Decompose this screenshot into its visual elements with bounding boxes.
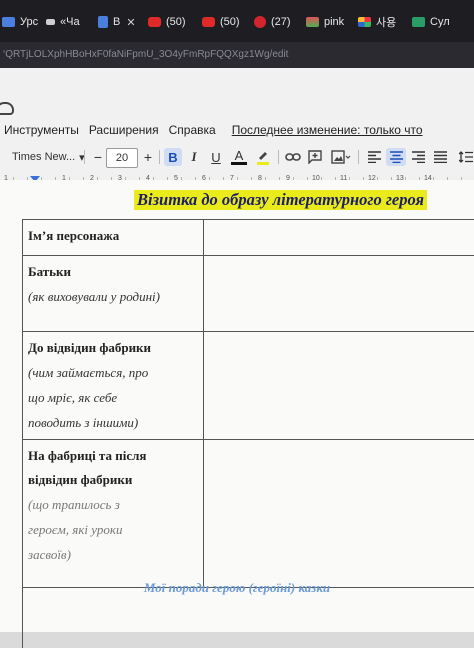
row-heading: відвідин фабрики [28, 468, 198, 492]
highlight-color-icon[interactable] [255, 146, 271, 168]
toolbar-divider [358, 150, 359, 164]
row-heading: На фабриці та після [28, 444, 198, 468]
insert-comment-icon[interactable] [307, 146, 323, 168]
tab-label: Сул [430, 16, 450, 28]
browser-tab-active[interactable]: В ✕ [98, 14, 136, 30]
table-row: До відвідин фабрики (чим займається, про… [23, 332, 474, 440]
app-icon [412, 17, 425, 27]
browser-tab[interactable]: Сул [412, 14, 450, 30]
insert-image-icon[interactable] [330, 146, 352, 168]
menu-extensions[interactable]: Расширения [89, 123, 159, 137]
line-spacing-icon[interactable] [458, 146, 474, 168]
table-row: Батьки (як виховували у родині) [23, 256, 474, 332]
youtube-icon [148, 17, 161, 27]
table-cell-answer[interactable] [204, 332, 474, 440]
table-row: Ім’я персонажа [23, 220, 474, 256]
menu-bar: Инструменты Расширения Справка Последнее… [4, 123, 423, 137]
menu-help[interactable]: Справка [169, 123, 216, 137]
youtube-icon [202, 17, 215, 27]
row-hint: героєм, які уроки [28, 517, 198, 542]
address-bar[interactable]: ‘QRTjLOLXphHBoHxF0faNiFpmU_3O4yFmRpFQQXg… [0, 42, 474, 68]
row-hint: поводить з іншими) [28, 410, 198, 435]
drive-icon [46, 19, 55, 25]
tab-label: В [113, 16, 120, 28]
browser-tab[interactable]: (50) [202, 14, 240, 30]
browser-tab[interactable]: Урс [2, 14, 38, 30]
table-cell-label[interactable]: На фабриці та після відвідин фабрики (що… [23, 440, 204, 588]
row-hint: засвоїв) [28, 542, 198, 567]
row-hint: (чим займається, про [28, 360, 198, 385]
menu-tools[interactable]: Инструменты [4, 123, 79, 137]
row-hint: (що трапилось з [28, 492, 198, 517]
document-title[interactable]: Візитка до образу літературного героя [134, 190, 427, 210]
tab-label: Урс [20, 16, 38, 28]
tab-label: (50) [220, 16, 240, 28]
underline-button[interactable]: U [208, 146, 224, 168]
tab-label: «Ча [60, 16, 80, 28]
format-toolbar: Times New... ▾ − 20 + B I U A [0, 146, 474, 168]
doc-icon [2, 17, 15, 27]
docs-header: Инструменты Расширения Справка Последнее… [0, 68, 474, 180]
align-justify-icon[interactable] [432, 146, 448, 168]
docs-icon [98, 16, 108, 28]
browser-tab[interactable]: (50) [148, 14, 186, 30]
text-color-button[interactable]: A [231, 148, 247, 165]
tab-label: 사용 [376, 14, 396, 30]
increase-font-size-button[interactable]: + [141, 146, 155, 168]
browser-tab-strip: Урс «Ча В ✕ (50) (50) (27) pink 사용 Сул [0, 0, 474, 42]
image-icon [306, 17, 319, 27]
last-edit-link[interactable]: Последнее изменение: только что [232, 123, 423, 137]
font-family-value: Times New... [12, 151, 75, 163]
font-family-select[interactable]: Times New... ▾ [12, 146, 85, 168]
table-cell-label[interactable]: Батьки (як виховували у родині) [23, 256, 204, 332]
pinterest-icon [254, 16, 266, 28]
toolbar-divider [278, 150, 279, 164]
row-heading: Батьки [28, 260, 198, 284]
table-cell-answer[interactable] [204, 256, 474, 332]
link-icon[interactable] [284, 146, 302, 168]
align-right-icon[interactable] [410, 146, 426, 168]
toolbar-divider [84, 150, 85, 164]
bold-button[interactable]: B [164, 148, 182, 166]
table-row [23, 588, 474, 648]
browser-tab[interactable]: pink [306, 14, 344, 30]
cloud-sync-icon[interactable] [0, 102, 14, 115]
browser-tab[interactable]: 사용 [358, 14, 396, 30]
row-heading: Ім’я персонажа [28, 224, 198, 248]
browser-tab[interactable]: «Ча [46, 14, 80, 30]
font-size-input[interactable]: 20 [106, 148, 138, 168]
table-cell-label[interactable]: До відвідин фабрики (чим займається, про… [23, 332, 204, 440]
italic-button[interactable]: I [186, 146, 202, 168]
tab-label: (50) [166, 16, 186, 28]
footer-heading[interactable]: Мої поради герою (героїні) казки [0, 580, 474, 596]
table-row: На фабриці та після відвідин фабрики (що… [23, 440, 474, 588]
table-cell-answer[interactable] [204, 440, 474, 588]
decrease-font-size-button[interactable]: − [91, 146, 105, 168]
url-text: ‘QRTjLOLXphHBoHxF0faNiFpmU_3O4yFmRpFQQXg… [0, 49, 288, 60]
close-tab-icon[interactable]: ✕ [126, 16, 135, 29]
tab-label: (27) [271, 16, 291, 28]
align-center-icon[interactable] [386, 148, 406, 166]
table-cell-footer[interactable] [23, 588, 474, 648]
grid-icon [358, 17, 371, 27]
table-cell-answer[interactable] [204, 220, 474, 256]
toolbar-divider [159, 150, 160, 164]
align-left-icon[interactable] [366, 146, 382, 168]
browser-tab[interactable]: (27) [254, 14, 291, 30]
row-hint: що мріє, як себе [28, 385, 198, 410]
row-heading: До відвідин фабрики [28, 336, 198, 360]
tab-label: pink [324, 16, 344, 28]
table-cell-label[interactable]: Ім’я персонажа [23, 220, 204, 256]
row-hint: (як виховували у родині) [28, 284, 198, 309]
